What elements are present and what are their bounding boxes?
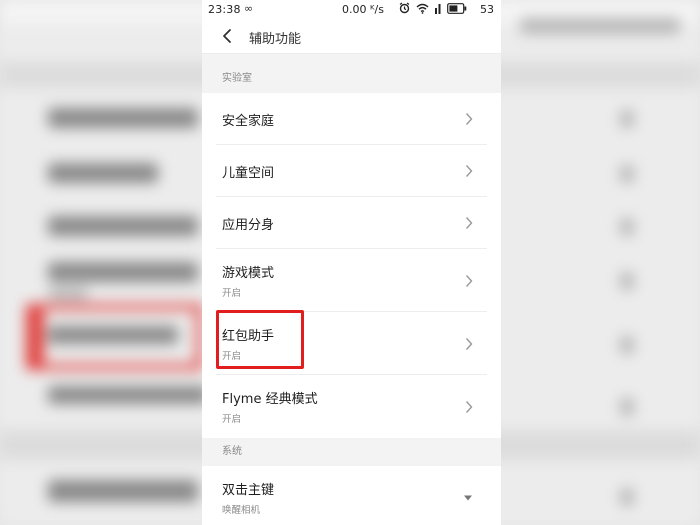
settings-item-label: 双击主键 bbox=[222, 483, 275, 498]
settings-item-app-clone[interactable]: 应用分身 bbox=[202, 197, 501, 249]
loop-icon: ∞ bbox=[244, 2, 254, 15]
settings-item-red-packet-assistant[interactable]: 红包助手 开启 bbox=[202, 312, 501, 375]
chevron-right-icon bbox=[465, 400, 473, 413]
title-bar: 辅助功能 bbox=[202, 20, 501, 54]
alarm-icon bbox=[399, 2, 410, 14]
battery-icon bbox=[447, 2, 467, 14]
chevron-right-icon bbox=[465, 113, 473, 125]
chevron-right-icon bbox=[465, 217, 473, 229]
settings-item-label: 应用分身 bbox=[222, 217, 275, 233]
spacer bbox=[202, 54, 501, 65]
status-bar: 23:38 ∞ 0.00 ᴷ/s 53 bbox=[202, 0, 501, 20]
chevron-right-icon bbox=[465, 274, 473, 287]
settings-item-label: 安全家庭 bbox=[222, 113, 275, 129]
settings-item-kids-space[interactable]: 儿童空间 bbox=[202, 145, 501, 197]
phone-screen: 23:38 ∞ 0.00 ᴷ/s 53 辅助功能 实验室 安全家庭 儿童空间 应… bbox=[202, 0, 501, 525]
signal-icon bbox=[435, 3, 441, 14]
lab-settings-list: 安全家庭 儿童空间 应用分身 游戏模式 开启 红包助手 开启 Flyme 经典模… bbox=[202, 93, 501, 438]
wifi-icon bbox=[416, 3, 429, 14]
settings-item-label: 游戏模式 bbox=[222, 266, 275, 281]
settings-item-double-tap-home[interactable]: 双击主键 唤醒相机 bbox=[202, 466, 501, 525]
caret-down-icon bbox=[464, 495, 472, 500]
system-settings-list: 双击主键 唤醒相机 bbox=[202, 466, 501, 525]
settings-item-status: 开启 bbox=[222, 288, 242, 299]
page-title: 辅助功能 bbox=[249, 32, 302, 47]
status-icons bbox=[399, 2, 467, 14]
settings-item-label: 红包助手 bbox=[222, 329, 275, 344]
status-time: 23:38 bbox=[208, 3, 241, 16]
settings-item-game-mode[interactable]: 游戏模式 开启 bbox=[202, 249, 501, 312]
settings-item-safe-family[interactable]: 安全家庭 bbox=[202, 93, 501, 145]
settings-item-flyme-classic-mode[interactable]: Flyme 经典模式 开启 bbox=[202, 375, 501, 438]
section-header-lab: 实验室 bbox=[202, 65, 501, 93]
settings-item-status: 开启 bbox=[222, 414, 242, 425]
settings-item-label: Flyme 经典模式 bbox=[222, 392, 318, 407]
chevron-right-icon bbox=[465, 337, 473, 350]
network-speed: 0.00 ᴷ/s bbox=[342, 3, 384, 16]
section-header-system: 系统 bbox=[202, 438, 501, 466]
battery-level: 53 bbox=[480, 3, 494, 16]
back-arrow-icon[interactable] bbox=[220, 27, 234, 45]
settings-item-status: 唤醒相机 bbox=[222, 505, 261, 516]
chevron-right-icon bbox=[465, 165, 473, 177]
settings-item-label: 儿童空间 bbox=[222, 165, 275, 181]
settings-item-status: 开启 bbox=[222, 351, 242, 362]
